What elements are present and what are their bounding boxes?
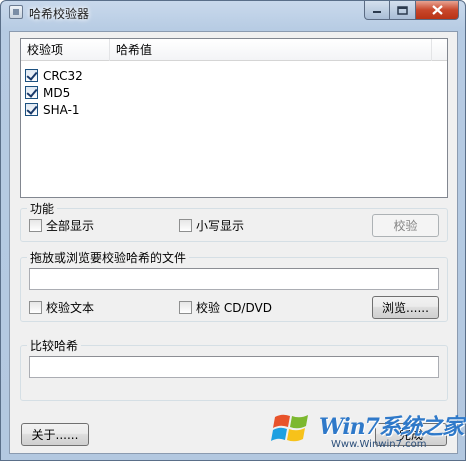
list-item[interactable]: MD5	[25, 84, 70, 101]
verify-cd-checkbox[interactable]: 校验 CD/DVD	[179, 299, 272, 316]
verify-text-box[interactable]	[29, 301, 42, 314]
minimize-button[interactable]	[364, 1, 390, 20]
browse-button[interactable]: 浏览......	[372, 296, 439, 319]
app-window: 哈希校验器 校验项 哈希值 CRC32 MD5 SHA-1 功能 全部显示 小写…	[0, 0, 466, 461]
function-group: 功能 全部显示 小写显示 校验	[20, 200, 448, 242]
lowercase-label: 小写显示	[196, 219, 245, 233]
site-watermark: Win7系统之家 Www.Winwin7.com	[269, 405, 465, 459]
close-icon	[431, 5, 443, 15]
window-title: 哈希校验器	[29, 7, 90, 21]
compare-group: 比较哈希	[20, 337, 448, 401]
windows-logo-icon	[271, 414, 308, 442]
lowercase-checkbox[interactable]: 小写显示	[179, 217, 244, 234]
compare-group-title: 比较哈希	[27, 337, 82, 354]
title-bar[interactable]: 哈希校验器	[1, 1, 465, 23]
verify-text-label: 校验文本	[46, 301, 95, 315]
list-item-label: CRC32	[43, 68, 83, 83]
crc32-checkbox[interactable]	[25, 69, 38, 82]
client-area: 校验项 哈希值 CRC32 MD5 SHA-1 功能 全部显示 小写显示 校验 …	[9, 31, 458, 454]
verify-text-checkbox[interactable]: 校验文本	[29, 299, 94, 316]
file-group-title: 拖放或浏览要校验哈希的文件	[27, 249, 190, 266]
show-all-checkbox[interactable]: 全部显示	[29, 217, 94, 234]
verify-cd-box[interactable]	[179, 301, 192, 314]
list-item[interactable]: CRC32	[25, 67, 83, 84]
caption-buttons	[364, 1, 459, 20]
app-icon[interactable]	[9, 5, 23, 19]
column-header-item[interactable]: 校验项	[21, 39, 110, 61]
watermark-brand: Win7系统之家	[319, 414, 464, 440]
maximize-button[interactable]	[390, 1, 416, 20]
file-path-input[interactable]	[29, 268, 439, 290]
lowercase-box[interactable]	[179, 219, 192, 232]
verify-cd-label: 校验 CD/DVD	[196, 301, 272, 315]
function-group-title: 功能	[27, 200, 58, 217]
about-button[interactable]: 关于......	[21, 423, 89, 446]
show-all-label: 全部显示	[46, 219, 95, 233]
list-item[interactable]: SHA-1	[25, 101, 80, 118]
md5-checkbox[interactable]	[25, 86, 38, 99]
hash-list[interactable]: 校验项 哈希值 CRC32 MD5 SHA-1	[20, 38, 448, 198]
compare-hash-input[interactable]	[29, 356, 439, 378]
watermark-url: Www.Winwin7.com	[331, 439, 427, 450]
sha1-checkbox[interactable]	[25, 103, 38, 116]
close-button[interactable]	[416, 1, 459, 20]
show-all-box[interactable]	[29, 219, 42, 232]
list-item-label: MD5	[43, 85, 71, 100]
maximize-icon	[397, 5, 408, 15]
verify-button[interactable]: 校验	[372, 214, 439, 237]
file-group: 拖放或浏览要校验哈希的文件 校验文本 校验 CD/DVD 浏览......	[20, 249, 448, 322]
minimize-icon	[373, 11, 381, 13]
column-header-value[interactable]: 哈希值	[110, 39, 432, 61]
list-item-label: SHA-1	[43, 102, 80, 117]
list-header: 校验项 哈希值	[21, 39, 447, 61]
